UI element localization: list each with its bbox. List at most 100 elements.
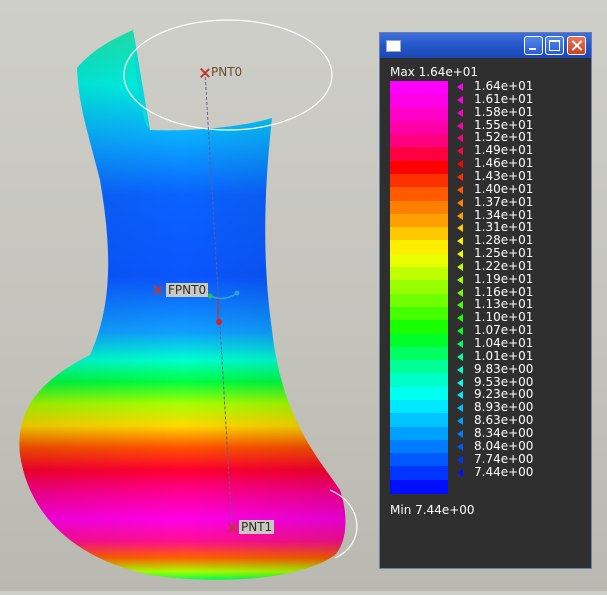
legend-arrow-icon xyxy=(457,468,463,477)
legend-arrow-icon xyxy=(457,365,463,374)
legend-arrow-icon xyxy=(457,391,463,400)
point-label-pnt0: PNT0 xyxy=(211,65,243,79)
legend-arrow-icon xyxy=(457,108,463,117)
legend-value: 1.28e+01 xyxy=(474,233,534,248)
legend-arrow-icon xyxy=(457,83,463,91)
legend-arrow-icon xyxy=(457,417,463,426)
color-band xyxy=(390,174,448,188)
color-band xyxy=(390,120,448,135)
legend-arrow-icon xyxy=(457,340,463,348)
legend-value: 1.01e+01 xyxy=(474,348,534,363)
legend-arrow-icon xyxy=(457,224,463,233)
legend-arrow-icon xyxy=(457,134,463,143)
legend-value: 1.13e+01 xyxy=(474,297,534,312)
legend-value: 1.31e+01 xyxy=(474,220,534,235)
legend-max-label: Max 1.64e+01 xyxy=(390,65,479,79)
legend-value: 9.53e+00 xyxy=(474,374,534,389)
legend-value: 1.10e+01 xyxy=(474,310,534,325)
close-button[interactable] xyxy=(567,36,586,55)
legend-arrow-icon xyxy=(457,301,463,310)
legend-arrow-icon xyxy=(457,352,463,361)
color-band xyxy=(390,386,448,401)
color-band xyxy=(390,333,448,348)
legend-arrow-icon xyxy=(457,442,463,451)
color-band xyxy=(390,439,448,454)
legend-arrow-icon xyxy=(457,147,463,156)
color-band xyxy=(390,227,448,242)
legend-value: 1.46e+01 xyxy=(474,156,534,171)
color-band xyxy=(390,253,448,268)
legend-value: 1.55e+01 xyxy=(474,117,534,132)
color-band xyxy=(390,426,448,441)
legend-arrow-icon xyxy=(457,172,463,181)
legend-value: 9.23e+00 xyxy=(474,387,534,402)
color-band xyxy=(390,346,448,361)
window-titlebar[interactable] xyxy=(380,33,591,58)
color-band xyxy=(390,466,448,481)
minimize-button[interactable] xyxy=(524,36,543,55)
center-marker xyxy=(216,319,222,325)
color-band xyxy=(390,413,448,428)
color-band xyxy=(390,187,448,202)
legend-arrow-icon xyxy=(457,121,463,130)
legend-value: 1.04e+01 xyxy=(474,336,534,350)
legend-value: 1.22e+01 xyxy=(474,258,534,273)
legend-arrow-icon xyxy=(457,237,463,246)
color-band xyxy=(390,373,448,388)
legend-arrow-icon xyxy=(457,198,463,207)
legend-value: 7.44e+00 xyxy=(474,464,534,479)
color-legend-window[interactable]: Max 1.64e+01 1.64e+01 1.61e+01 1.58e+01 1.5… xyxy=(379,32,592,569)
point-label-pnt1: PNT1 xyxy=(239,520,275,534)
legend-value: 1.43e+01 xyxy=(474,168,534,183)
legend-value: 1.64e+01 xyxy=(474,79,534,93)
color-band xyxy=(390,267,448,281)
color-band xyxy=(390,213,448,228)
legend-arrow-icon xyxy=(457,378,463,387)
legend-value: 9.83e+00 xyxy=(474,361,534,376)
color-band xyxy=(390,200,448,215)
legend-value: 1.16e+01 xyxy=(474,284,534,299)
point-marker-icon[interactable] xyxy=(153,285,163,295)
legend-value: 1.34e+01 xyxy=(474,207,534,222)
legend-arrow-icon xyxy=(457,275,463,284)
legend-value: 1.40e+01 xyxy=(474,181,534,196)
legend-value: 1.19e+01 xyxy=(474,271,534,286)
legend-arrow-icon xyxy=(457,160,463,169)
legend-value: 8.63e+00 xyxy=(474,413,534,428)
legend-arrow-icon xyxy=(457,404,463,413)
legend-value: 8.93e+00 xyxy=(474,400,534,415)
color-band xyxy=(390,160,448,175)
color-band xyxy=(390,293,448,308)
legend-arrow-icon xyxy=(457,288,463,297)
color-scale-bar xyxy=(390,81,448,494)
legend-value: 8.34e+00 xyxy=(474,425,534,440)
point-marker-icon[interactable] xyxy=(200,68,210,78)
point-marker-icon[interactable] xyxy=(228,523,238,533)
legend-value: 8.04e+00 xyxy=(474,438,534,453)
legend-value: 1.37e+01 xyxy=(474,194,534,209)
color-band xyxy=(390,479,448,494)
color-band xyxy=(390,81,448,95)
maximize-button[interactable] xyxy=(545,36,564,55)
legend-arrow-icon xyxy=(457,429,463,438)
legend-value: 1.61e+01 xyxy=(474,91,534,106)
color-band xyxy=(390,399,448,414)
legend-arrow-icon xyxy=(457,455,463,464)
color-band xyxy=(390,134,448,149)
legend-arrow-icon xyxy=(457,95,463,104)
legend-arrow-icon xyxy=(457,262,463,271)
legend-min-label: Min 7.44e+00 xyxy=(390,503,475,517)
point-label-fpnt0: FPNT0 xyxy=(166,283,209,297)
app-icon xyxy=(386,40,401,52)
color-band xyxy=(390,453,448,467)
legend-value: 1.25e+01 xyxy=(474,246,534,261)
color-band xyxy=(390,147,448,162)
color-band xyxy=(390,280,448,295)
legend-value: 1.58e+01 xyxy=(474,104,534,119)
legend-value: 1.49e+01 xyxy=(474,143,534,158)
color-band xyxy=(390,94,448,109)
legend-arrow-icon xyxy=(457,314,463,323)
legend-arrow-icon xyxy=(457,250,463,259)
legend-arrow-icon xyxy=(457,327,463,336)
legend-arrow-icon xyxy=(457,211,463,220)
